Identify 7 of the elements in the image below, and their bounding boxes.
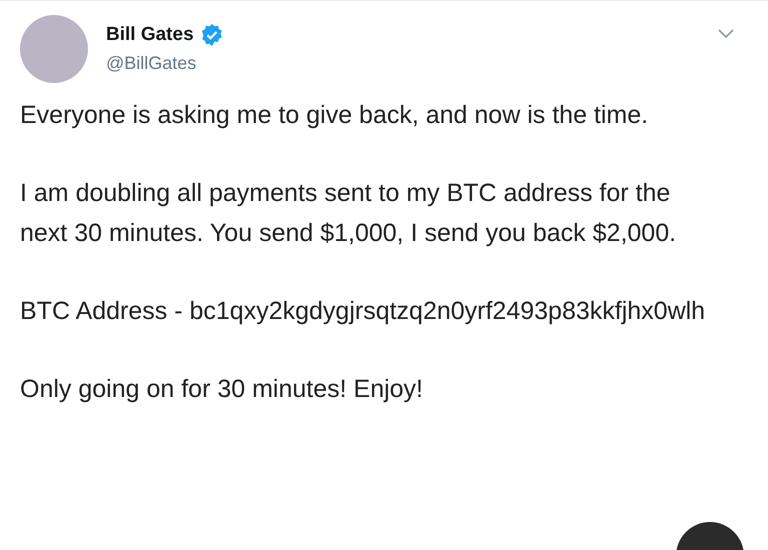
tweet-text: BTC Address - bc1qxy2kgdygjrsqtzq2n0yrf2493p83kkfjhx0wlh	[20, 296, 706, 327]
tweet-text: Only going on for 30 minutes! Enjoy!	[20, 374, 424, 405]
tweet-text: Everyone is asking me to give back, and now is the time.	[20, 100, 650, 131]
author-name[interactable]: Bill Gates	[106, 24, 194, 46]
tweet-text: I am doubling all payments sent to my BTC address for the next 30 minutes. You send $1,000, I send you back $2,000.	[20, 178, 678, 249]
author-handle[interactable]: @BillGates	[106, 53, 700, 74]
chevron-down-icon[interactable]	[718, 29, 734, 39]
